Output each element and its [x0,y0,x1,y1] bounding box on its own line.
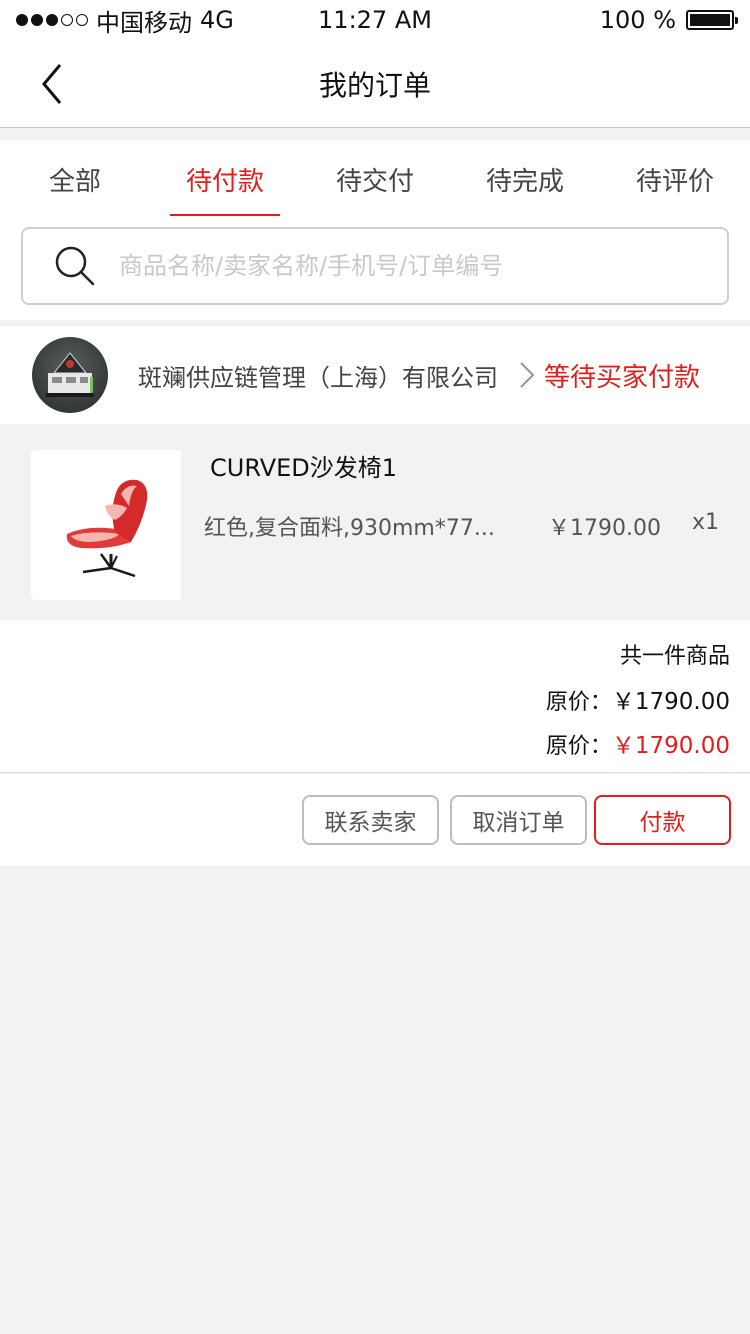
order-tabs: 全部 待付款 待交付 待完成 待评价 [0,140,750,218]
product-name: CURVED沙发椅1 [210,454,398,482]
chair-image [66,479,148,578]
contact-seller-button[interactable]: 联系卖家 [302,795,439,845]
status-bar: 中国移动 4G 11:27 AM 100 % [0,0,750,40]
back-button[interactable] [30,62,74,106]
shop-name: 斑斓供应链管理（上海）有限公司 [138,363,498,392]
order-item[interactable]: CURVED沙发椅1 红色,复合面料,930mm*77... ￥1790.00 … [0,424,750,620]
network-type: 4G [200,6,234,34]
tab-pending-delivery[interactable]: 待交付 [300,140,450,218]
nav-bar: 我的订单 [0,40,750,128]
original-price-label: 原价： [545,690,612,715]
tab-pending-payment[interactable]: 待付款 [150,140,300,218]
original-price-line: 原价：￥1790.00 [546,682,730,716]
total-price-line: 原价：￥1790.00 [546,726,730,760]
search-icon [55,246,95,286]
total-price-label: 原价： [545,734,612,759]
tab-all[interactable]: 全部 [0,140,150,218]
tab-pending-completion[interactable]: 待完成 [450,140,600,218]
carrier-name: 中国移动 [96,8,192,37]
search-bar [0,218,750,320]
product-quantity: x1 [692,510,720,535]
shop-logo-image [46,352,94,397]
tab-pending-review[interactable]: 待评价 [600,140,750,218]
order-actions: 联系卖家 取消订单 付款 [0,774,750,866]
status-left: 中国移动 4G [16,3,234,38]
item-count: 共一件商品 [619,644,730,669]
original-price-amount: ￥1790.00 [611,689,730,715]
battery-icon [686,10,738,30]
product-image [31,450,181,600]
total-price-amount: ￥1790.00 [611,733,730,759]
shop-row[interactable]: 斑斓供应链管理（上海）有限公司 等待买家付款 [0,326,750,424]
order-status: 等待买家付款 [544,362,701,393]
product-price: ￥1790.00 [548,516,661,541]
chevron-right-icon [520,362,535,388]
page-title: 我的订单 [318,68,431,102]
product-spec: 红色,复合面料,930mm*77... [204,516,495,541]
cancel-order-button[interactable]: 取消订单 [450,795,587,845]
order-summary: 共一件商品 原价：￥1790.00 原价：￥1790.00 [0,620,750,773]
search-box[interactable] [21,227,729,305]
battery-percent: 100 % [599,6,676,34]
signal-strength-icon [16,14,88,26]
chevron-left-icon [42,64,62,104]
pay-button[interactable]: 付款 [594,795,731,845]
search-input[interactable] [119,252,679,280]
shop-avatar [32,337,108,413]
status-right: 100 % [599,6,738,34]
